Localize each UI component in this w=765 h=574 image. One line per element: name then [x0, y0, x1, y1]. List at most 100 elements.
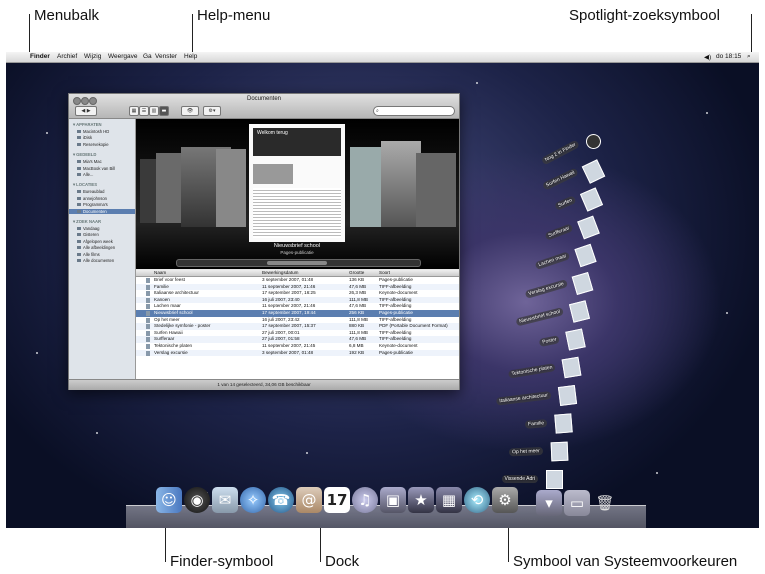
stack-item-label[interactable]: Op het meer [508, 447, 543, 457]
stack-item-thumbnail[interactable] [581, 159, 606, 184]
sidebar-item[interactable]: Macintosh HD [77, 129, 109, 134]
stack-item-label[interactable]: Verslag excursie [524, 279, 568, 299]
table-row[interactable]: Kanoen 16 juli 2007, 23:40 111,8 MB TIFF-af… [136, 296, 459, 304]
table-row[interactable]: Brief voor feest 3 september 2007, 01:48 1… [136, 277, 459, 284]
sidebar-item[interactable]: Gisteren [77, 232, 99, 237]
show-in-finder-icon[interactable] [583, 131, 604, 152]
stack-item-label[interactable]: Lachen maar [534, 251, 571, 271]
coverflow-view[interactable]: Welkom terug Nieuwsbrief school Pages-pu… [136, 119, 459, 269]
stack-item-thumbnail[interactable] [561, 356, 582, 379]
stack-item-thumbnail[interactable] [550, 441, 568, 462]
sidebar-item[interactable]: Afgelopen week [77, 239, 113, 244]
stack-item-thumbnail[interactable] [574, 243, 597, 268]
table-row[interactable]: Surfen Hawaii 27 juli 2007, 00:01 111,8 MB… [136, 330, 459, 337]
table-row[interactable]: Verslag excursie 3 september 2007, 01:48 1… [136, 349, 459, 357]
downloads-stack-icon[interactable]: ▾ [536, 490, 562, 516]
stack-item-thumbnail[interactable] [577, 215, 601, 240]
table-row[interactable]: Familie 11 september 2007, 21:46 47,6 MB TI… [136, 283, 459, 291]
sidebar-item[interactable]: Alle... [77, 172, 93, 177]
stack-item-label[interactable]: Surfen [554, 195, 577, 211]
table-row[interactable]: Nieuwsbrief school 17 september 2007, 19:… [136, 310, 459, 317]
stack-item-label[interactable]: Familie [524, 419, 548, 429]
stack-item-label[interactable]: Surfen Hawaii [541, 167, 579, 191]
sidebar-item[interactable]: iDisk [77, 135, 92, 140]
sidebar-item[interactable]: Vandaag [77, 226, 99, 231]
stack-item-label[interactable]: Nog 2 in Finder [540, 139, 580, 166]
ical-icon[interactable]: 17 [324, 487, 350, 513]
spaces-icon[interactable]: ▦ [436, 487, 462, 513]
stack-item-label[interactable]: Tektonische platen [507, 363, 556, 379]
stack-item-thumbnail[interactable] [554, 413, 573, 434]
table-row[interactable]: Op het meer 16 juli 2007, 23:42 111,8 MB TI… [136, 317, 459, 324]
address-book-icon[interactable]: @ [296, 487, 322, 513]
menu-help[interactable]: Help [184, 53, 197, 60]
menu-weergave[interactable]: Weergave [108, 53, 138, 60]
documents-folder-icon[interactable]: ▭ [564, 490, 590, 516]
stack-item-label[interactable]: Italiaanse architectuur [496, 391, 552, 406]
sidebar-item[interactable]: Bureaublad [77, 189, 104, 194]
spotlight-search-icon[interactable]: ⌕ [747, 53, 751, 61]
sidebar-item[interactable]: Documenten [69, 208, 135, 214]
safari-icon[interactable]: ✧ [240, 487, 266, 513]
stack-item-label[interactable]: Vissende Adri [501, 475, 538, 483]
itunes-icon[interactable]: ♫ [352, 487, 378, 513]
volume-icon[interactable]: ◀) [704, 53, 711, 61]
view-list-button[interactable]: ☰ [139, 106, 149, 116]
table-row[interactable]: Lachen maar 11 september 2007, 21:46 47,6 … [136, 303, 459, 310]
search-input[interactable]: ⌕ [373, 106, 455, 116]
column-header[interactable]: Naam [154, 270, 166, 275]
sidebar-item[interactable]: Reservekopie [77, 142, 109, 147]
ichat-icon[interactable]: ☎ [268, 487, 294, 513]
desktop[interactable]: Finder Archief Wijzig Weergave Ga Venste… [6, 52, 759, 528]
stack-item-label[interactable]: Surfferaar [544, 223, 574, 241]
sidebar-item[interactable]: Alle afbeeldingen [77, 245, 115, 250]
sidebar-item[interactable]: MacBook van Bill [77, 166, 115, 171]
coverflow-item[interactable] [381, 141, 421, 227]
table-row[interactable]: Italiaanse architectuur 17 september 2007… [136, 290, 459, 297]
view-coverflow-button[interactable]: ▬ [159, 106, 169, 116]
system-preferences-icon[interactable]: ⚙ [492, 487, 518, 513]
dashboard-icon[interactable]: ◉ [184, 487, 210, 513]
view-column-button[interactable]: ▥ [149, 106, 159, 116]
window-titlebar[interactable]: Documenten ◀ ▶ ▦ ☰ ▥ ▬ 👁 ⚙▾ ⌕ [69, 94, 459, 119]
stack-item-thumbnail[interactable] [546, 470, 563, 489]
column-header[interactable]: Bewerkingsdatum [262, 270, 299, 275]
menu-ga[interactable]: Ga [143, 53, 152, 60]
menu-wijzig[interactable]: Wijzig [84, 53, 101, 60]
action-gear-icon[interactable]: ⚙▾ [203, 106, 221, 116]
table-row[interactable]: Surfferaar 27 juli 2007, 01:58 47,6 MB TIFF… [136, 336, 459, 343]
menu-archief[interactable]: Archief [57, 53, 77, 60]
coverflow-current-page[interactable]: Welkom terug [249, 124, 345, 242]
stack-item-label[interactable]: Nieuwsbrief school [515, 307, 564, 327]
menu-venster[interactable]: Venster [155, 53, 177, 60]
column-header[interactable]: Grootte [349, 270, 364, 275]
menu-finder[interactable]: Finder [30, 53, 50, 60]
stack-item-label[interactable]: Poster [538, 335, 561, 348]
imovie-icon[interactable]: ★ [408, 487, 434, 513]
stack-item-thumbnail[interactable] [571, 271, 594, 296]
stack-item-thumbnail[interactable] [579, 187, 603, 212]
quicklook-button[interactable]: 👁 [181, 106, 199, 116]
column-header[interactable]: Soort [379, 270, 390, 275]
stack-item-thumbnail[interactable] [565, 328, 586, 351]
finder-icon[interactable]: ☺ [156, 487, 182, 513]
table-row[interactable]: Tektonische platen 11 september 2007, 21:… [136, 343, 459, 350]
stack-item-thumbnail[interactable] [568, 300, 590, 323]
sidebar-item[interactable]: Alle films [77, 252, 100, 257]
sidebar-item[interactable]: Mia's Mac [77, 159, 102, 164]
sidebar-item[interactable]: Programma's [77, 202, 108, 207]
coverflow-scrollbar[interactable] [176, 259, 421, 267]
trash-icon[interactable]: 🗑 [592, 490, 618, 516]
time-machine-icon[interactable]: ⟲ [464, 487, 490, 513]
mail-icon[interactable]: ✉ [212, 487, 238, 513]
table-row[interactable]: Stedelijke symfonie - poster 17 september… [136, 323, 459, 330]
sidebar-item[interactable]: Alle documenten [77, 258, 114, 263]
stack-item-thumbnail[interactable] [558, 385, 578, 406]
coverflow-item[interactable] [216, 149, 246, 227]
back-forward-button[interactable]: ◀ ▶ [75, 106, 97, 116]
sidebar-item[interactable]: annejohnson [77, 196, 107, 201]
coverflow-item[interactable] [416, 153, 456, 227]
view-icon-button[interactable]: ▦ [129, 106, 139, 116]
iphoto-icon[interactable]: ▣ [380, 487, 406, 513]
menubar-clock[interactable]: do 18:15 [716, 53, 741, 60]
